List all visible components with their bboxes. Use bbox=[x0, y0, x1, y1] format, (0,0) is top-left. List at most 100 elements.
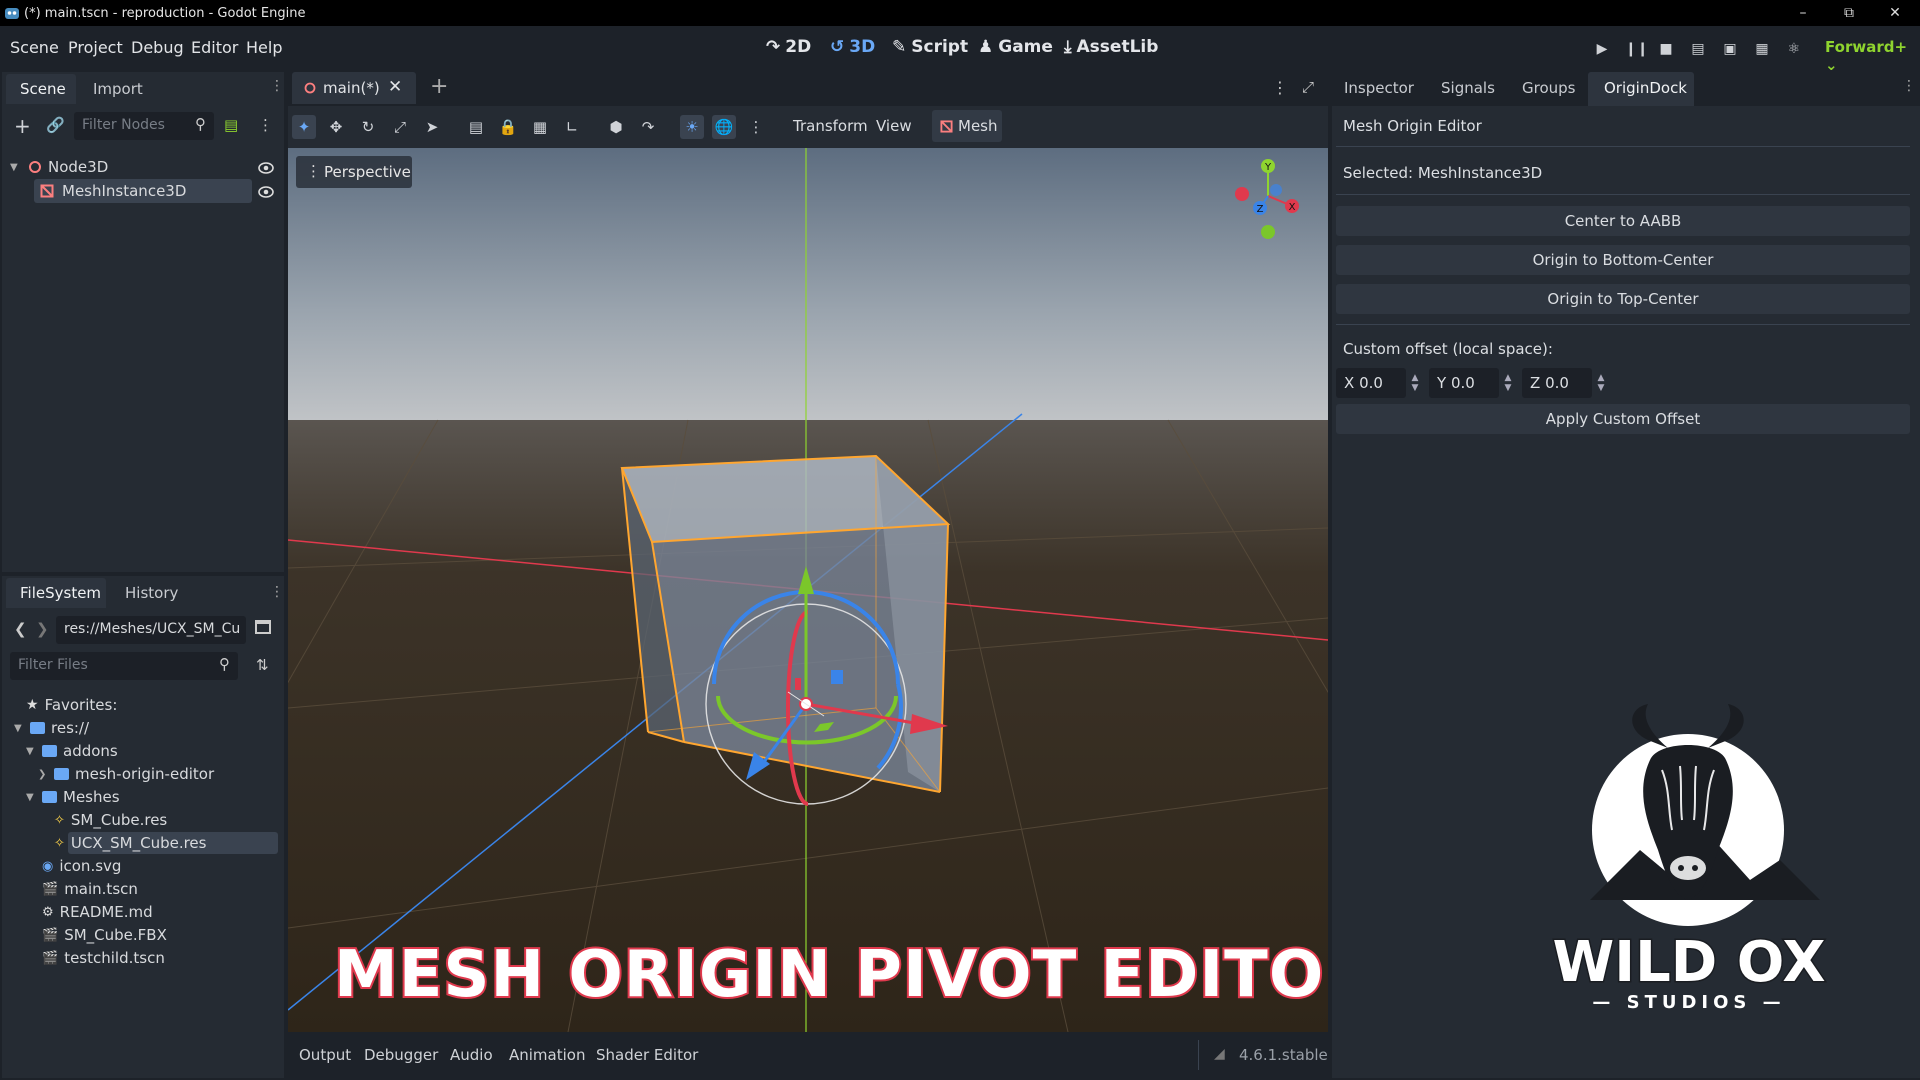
tab-inspector[interactable]: Inspector bbox=[1344, 79, 1414, 97]
axis-gizmo[interactable]: Y X Z bbox=[1228, 158, 1308, 248]
folder-item[interactable]: ❯ mesh-origin-editor bbox=[38, 763, 214, 785]
file-item[interactable]: 🎬 testchild.tscn bbox=[26, 947, 165, 969]
menu-help[interactable]: Help bbox=[246, 38, 282, 57]
favorites-item[interactable]: ★ Favorites: bbox=[26, 694, 117, 716]
play-scene-icon[interactable]: ▣ bbox=[1721, 40, 1739, 58]
path-field[interactable]: res://Meshes/UCX_SM_Cu bbox=[56, 616, 246, 644]
move-mode-icon[interactable]: ✥ bbox=[324, 115, 348, 139]
perspective-menu[interactable]: ⋮ Perspective bbox=[296, 156, 412, 188]
sort-icon[interactable]: ⇅ bbox=[256, 656, 269, 674]
environment-preview-icon[interactable]: 🌐 bbox=[712, 115, 736, 139]
file-item[interactable]: ⚙ README.md bbox=[26, 901, 153, 923]
renderer-select[interactable]: Forward+ ⌄ bbox=[1825, 38, 1920, 74]
dock-menu-icon[interactable]: ⋮ bbox=[1902, 78, 1916, 94]
offset-y-field[interactable]: Y 0.0 bbox=[1429, 368, 1499, 398]
minimize-icon[interactable]: – bbox=[1780, 0, 1826, 26]
chevron-down-icon[interactable]: ▼ bbox=[14, 723, 24, 734]
list-select-icon[interactable]: ➤ bbox=[420, 115, 444, 139]
workspace-game[interactable]: ♟ Game bbox=[978, 37, 1053, 57]
file-item[interactable]: 🎬 SM_Cube.FBX bbox=[26, 924, 167, 946]
menu-scene[interactable]: Scene bbox=[10, 38, 59, 57]
workspace-2d[interactable]: ↷ 2D bbox=[766, 37, 811, 57]
remote-debug-icon[interactable]: ▤ bbox=[1689, 40, 1707, 58]
dock-menu-icon[interactable]: ⋮ bbox=[270, 78, 284, 94]
link-icon[interactable]: 🔗 bbox=[46, 116, 65, 134]
menu-debug[interactable]: Debug bbox=[131, 38, 184, 57]
stop-icon[interactable]: ■ bbox=[1657, 40, 1675, 58]
forward-icon[interactable]: ❯ bbox=[36, 620, 49, 638]
snap-icon[interactable]: ▤ bbox=[464, 115, 488, 139]
preview-menu-icon[interactable]: ⋮ bbox=[744, 115, 768, 139]
instance-scene-icon[interactable]: ▤ bbox=[224, 116, 238, 134]
close-tab-icon[interactable]: ✕ bbox=[388, 77, 402, 97]
chevron-right-icon[interactable]: ❯ bbox=[38, 769, 48, 780]
scene-menu-icon[interactable]: ⋮ bbox=[258, 116, 273, 134]
folder-item[interactable]: ▼ addons bbox=[26, 740, 118, 762]
chevron-down-icon[interactable]: ▼ bbox=[26, 746, 36, 757]
offset-z-field[interactable]: Z 0.0 bbox=[1522, 368, 1592, 398]
pause-icon[interactable]: ❙❙ bbox=[1625, 40, 1648, 58]
tabs-menu-icon[interactable]: ⋮ bbox=[1272, 78, 1288, 97]
maximize-icon[interactable]: ⧉ bbox=[1826, 0, 1872, 26]
filter-files-input[interactable]: Filter Files ⚲ bbox=[10, 652, 238, 680]
tab-history[interactable]: History bbox=[125, 584, 178, 602]
menu-editor[interactable]: Editor bbox=[191, 38, 238, 57]
distraction-free-icon[interactable]: ⤢ bbox=[1302, 78, 1314, 96]
dock-menu-icon[interactable]: ⋮ bbox=[270, 584, 284, 600]
offset-x-stepper[interactable]: ▲ ▼ bbox=[1408, 368, 1422, 398]
tab-animation[interactable]: Animation bbox=[509, 1046, 585, 1064]
offset-y-stepper[interactable]: ▲ ▼ bbox=[1501, 368, 1515, 398]
select-mode-icon[interactable]: ✦ bbox=[292, 115, 316, 139]
add-node-icon[interactable]: + bbox=[14, 114, 31, 138]
rotate-mode-icon[interactable]: ↻ bbox=[356, 115, 380, 139]
scale-mode-icon[interactable]: ⤢ bbox=[388, 115, 412, 139]
folder-item[interactable]: ▼ res:// bbox=[14, 717, 89, 739]
tab-shader-editor[interactable]: Shader Editor bbox=[596, 1046, 698, 1064]
origin-bottom-center-button[interactable]: Origin to Bottom-Center bbox=[1336, 245, 1910, 275]
scene-tab-main[interactable]: main(*) ✕ bbox=[292, 72, 416, 104]
tab-origindock[interactable]: OriginDock bbox=[1588, 72, 1694, 106]
workspace-script[interactable]: ✎ Script bbox=[892, 37, 968, 57]
offset-x-field[interactable]: X 0.0 bbox=[1336, 368, 1406, 398]
menu-project[interactable]: Project bbox=[68, 38, 123, 57]
mesh-menu[interactable]: Mesh bbox=[932, 110, 1002, 142]
lock-icon[interactable]: 🔒 bbox=[496, 115, 520, 139]
workspace-3d[interactable]: ↺ 3D bbox=[830, 37, 875, 57]
play-icon[interactable]: ▶ bbox=[1593, 40, 1611, 58]
sun-preview-icon[interactable]: ☀ bbox=[680, 115, 704, 139]
offset-z-stepper[interactable]: ▲ ▼ bbox=[1594, 368, 1608, 398]
view-menu[interactable]: View bbox=[876, 117, 912, 135]
group-icon[interactable]: ▦ bbox=[528, 115, 552, 139]
tree-node-meshinstance3d[interactable]: MeshInstance3D bbox=[40, 180, 250, 202]
workspace-assetlib[interactable]: ⤓ AssetLib bbox=[1064, 37, 1158, 57]
center-to-aabb-button[interactable]: Center to AABB bbox=[1336, 206, 1910, 236]
visibility-icon[interactable] bbox=[258, 186, 274, 198]
3d-viewport[interactable]: ⋮ Perspective Y X Z MESH ORIGIN PIVOT ED… bbox=[288, 148, 1328, 1032]
file-item[interactable]: 🎬 main.tscn bbox=[26, 878, 138, 900]
tab-import[interactable]: Import bbox=[93, 80, 143, 98]
tab-debugger[interactable]: Debugger bbox=[364, 1046, 438, 1064]
tab-signals[interactable]: Signals bbox=[1441, 79, 1495, 97]
file-item[interactable]: ◉ icon.svg bbox=[26, 855, 121, 877]
movie-maker-icon[interactable]: ⚛ bbox=[1785, 40, 1803, 58]
back-icon[interactable]: ❮ bbox=[14, 620, 27, 638]
ruler-icon[interactable]: ∟ bbox=[560, 115, 584, 139]
snap-object-icon[interactable]: ↷ bbox=[636, 115, 660, 139]
chevron-down-icon[interactable]: ▼ bbox=[26, 792, 36, 803]
filter-nodes-input[interactable]: Filter Nodes ⚲ bbox=[74, 112, 214, 140]
transform-menu[interactable]: Transform bbox=[793, 117, 868, 135]
tab-scene[interactable]: Scene bbox=[6, 74, 76, 104]
file-item[interactable]: ✧ UCX_SM_Cube.res bbox=[38, 832, 206, 854]
visibility-icon[interactable] bbox=[258, 162, 274, 174]
tab-groups[interactable]: Groups bbox=[1522, 79, 1575, 97]
file-item[interactable]: ✧ SM_Cube.res bbox=[38, 809, 167, 831]
close-icon[interactable]: ✕ bbox=[1872, 0, 1918, 26]
folder-item[interactable]: ▼ Meshes bbox=[26, 786, 120, 808]
apply-custom-offset-button[interactable]: Apply Custom Offset bbox=[1336, 404, 1910, 434]
origin-top-center-button[interactable]: Origin to Top-Center bbox=[1336, 284, 1910, 314]
tab-filesystem[interactable]: FileSystem bbox=[6, 578, 106, 608]
local-space-icon[interactable]: ⬢ bbox=[604, 115, 628, 139]
play-custom-scene-icon[interactable]: ▦ bbox=[1753, 40, 1771, 58]
add-tab-icon[interactable]: + bbox=[430, 74, 448, 99]
tree-node-node3d[interactable]: ▼ Node3D bbox=[10, 156, 280, 178]
